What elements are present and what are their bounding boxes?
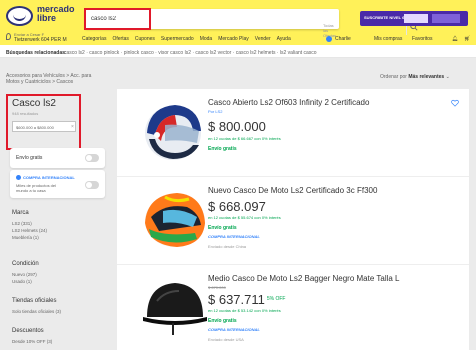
breadcrumb-line2[interactable]: Motos y Cuatriciclos > Cascos bbox=[6, 79, 91, 85]
page-title: Casco ls2 bbox=[12, 98, 56, 109]
close-icon[interactable]: × bbox=[71, 124, 74, 130]
promo-badge bbox=[404, 14, 428, 23]
product-price: $ 637.711 5% OFF bbox=[208, 292, 286, 307]
international-title: COMPRA INTERNACIONAL bbox=[23, 175, 75, 180]
shipping-badge: Envío gratis bbox=[208, 225, 237, 231]
filter-title-condicion: Condición bbox=[12, 261, 39, 267]
product-card[interactable]: Nuevo Casco De Moto Ls2 Certificado 3c F… bbox=[117, 177, 469, 265]
filter-title-descuentos: Descuentos bbox=[12, 328, 44, 334]
helmet-image bbox=[145, 105, 201, 160]
filter-item[interactable]: Usado (1) bbox=[12, 279, 32, 284]
filter-item[interactable]: LS2 Helmets (24) bbox=[12, 228, 47, 233]
helmet-image bbox=[145, 193, 205, 247]
free-shipping-toggle[interactable] bbox=[85, 154, 99, 162]
international-filter: COMPRA INTERNACIONAL Miles de productos … bbox=[10, 170, 105, 198]
cart-icon[interactable]: 🛒︎ bbox=[464, 36, 470, 42]
result-count: 948 resultados bbox=[12, 111, 39, 116]
shipped-from-text: Enviado desde China bbox=[208, 244, 247, 249]
related-searches-label: Búsquedas relacionadas: bbox=[6, 50, 67, 56]
logo-text-line2: libre bbox=[37, 13, 57, 23]
location-pin-icon bbox=[6, 33, 11, 40]
nav-categorias[interactable]: Categorías bbox=[82, 36, 106, 42]
mercadolibre-logo[interactable]: mercado libre bbox=[6, 5, 76, 27]
international-toggle[interactable] bbox=[85, 181, 99, 189]
international-badge: COMPRA INTERNACIONAL bbox=[208, 327, 260, 332]
seller-name[interactable]: Por LS2 bbox=[208, 109, 222, 114]
free-shipping-label: Envío gratis bbox=[16, 155, 43, 161]
sort-value[interactable]: Más relevantes bbox=[408, 74, 444, 80]
location-line2: Tietzerwerk 604 PER M bbox=[14, 37, 67, 43]
nav-ofertas[interactable]: Ofertas bbox=[112, 36, 128, 42]
filter-item[interactable]: Solo tiendas oficiales (3) bbox=[12, 309, 61, 314]
original-price: $ 670.000 bbox=[208, 285, 226, 290]
product-price-value: $ 637.711 bbox=[208, 292, 265, 307]
header: mercadolibre Todas las Ofertas SUSCRIBIT… bbox=[0, 0, 476, 45]
user-menu: Charlie Mis compras Favoritos 🔔︎ 🛒︎ bbox=[326, 36, 472, 44]
user-name[interactable]: Charlie bbox=[335, 36, 351, 42]
nav-mercado-play[interactable]: Mercado Play bbox=[218, 36, 249, 42]
product-price: $ 668.097 bbox=[208, 199, 266, 214]
product-title[interactable]: Nuevo Casco De Moto Ls2 Certificado 3c F… bbox=[208, 186, 377, 195]
sort-selector[interactable]: Ordenar por Más relevantes ⌄ bbox=[380, 74, 450, 80]
bell-icon[interactable]: 🔔︎ bbox=[452, 36, 458, 42]
filter-item[interactable]: Nuevo (297) bbox=[12, 272, 37, 277]
free-shipping-filter: Envío gratis bbox=[10, 148, 105, 168]
installments-text: en 12 cuotas de $ 66.667 con 0% interés bbox=[208, 136, 281, 141]
promo-text: SUSCRIBITE NIVEL 6 bbox=[364, 15, 405, 20]
handshake-icon bbox=[6, 6, 33, 26]
product-card[interactable]: Medio Casco De Moto Ls2 Bagger Negro Mat… bbox=[117, 265, 469, 350]
related-searches: Búsquedas relacionadas: casco ls2 · casc… bbox=[0, 45, 476, 58]
shipping-badge: Envío gratis bbox=[208, 146, 237, 152]
helmet-image bbox=[143, 283, 207, 335]
nav-menu: Categorías Ofertas Cupones Supermercado … bbox=[82, 36, 291, 42]
product-title[interactable]: Casco Abierto Ls2 Of603 Infinity 2 Certi… bbox=[208, 98, 369, 107]
my-purchases-link[interactable]: Mis compras bbox=[374, 36, 402, 42]
nav-vender[interactable]: Vender bbox=[255, 36, 271, 42]
product-price: $ 800.000 bbox=[208, 119, 266, 134]
product-title[interactable]: Medio Casco De Moto Ls2 Bagger Negro Mat… bbox=[208, 274, 400, 283]
promo-badge-2 bbox=[432, 14, 460, 23]
filter-title-marca: Marca bbox=[12, 210, 29, 216]
breadcrumb[interactable]: Accesorios para Vehículos > Acc. para Mo… bbox=[6, 73, 91, 85]
nav-ayuda[interactable]: Ayuda bbox=[277, 36, 291, 42]
installments-text: en 12 cuotas de $ 55.674 con 0% interés bbox=[208, 215, 281, 220]
favorites-link[interactable]: Favoritos bbox=[412, 36, 433, 42]
international-badge: COMPRA INTERNACIONAL bbox=[208, 234, 260, 239]
installments-text: en 12 cuotas de $ 53.142 con 0% interés bbox=[208, 308, 281, 313]
filter-title-tiendas: Tiendas oficiales bbox=[12, 298, 57, 304]
international-heading: COMPRA INTERNACIONAL bbox=[16, 175, 75, 180]
nav-supermercado[interactable]: Supermercado bbox=[161, 36, 194, 42]
nav-cupones[interactable]: Cupones bbox=[135, 36, 155, 42]
international-description: Miles de productos del mundo a tu casa bbox=[16, 183, 57, 193]
shipping-badge: Envío gratis bbox=[208, 318, 237, 324]
sort-label: Ordenar por bbox=[380, 74, 407, 80]
shipped-from-text: Enviado desde USA bbox=[208, 337, 244, 342]
promo-banner[interactable]: SUSCRIBITE NIVEL 6 bbox=[360, 11, 468, 26]
avatar[interactable] bbox=[326, 36, 332, 42]
related-searches-links[interactable]: casco ls2 · casco pinlock · pinlock casc… bbox=[64, 50, 317, 56]
heart-icon[interactable] bbox=[451, 99, 459, 107]
filter-item[interactable]: Mueblería (1) bbox=[12, 235, 39, 240]
discount-badge: 5% OFF bbox=[266, 296, 286, 302]
filter-item[interactable]: Desde 10% OFF (3) bbox=[12, 339, 52, 344]
globe-icon bbox=[16, 175, 21, 180]
search-highlight-box bbox=[84, 8, 151, 30]
price-filter-chip[interactable]: $600.000 a $800.000 × bbox=[12, 121, 76, 132]
price-filter-chip-label: $600.000 a $800.000 bbox=[16, 125, 54, 130]
filter-item[interactable]: LS2 (331) bbox=[12, 221, 32, 226]
product-card[interactable]: Casco Abierto Ls2 Of603 Infinity 2 Certi… bbox=[117, 89, 469, 177]
nav-moda[interactable]: Moda bbox=[200, 36, 213, 42]
